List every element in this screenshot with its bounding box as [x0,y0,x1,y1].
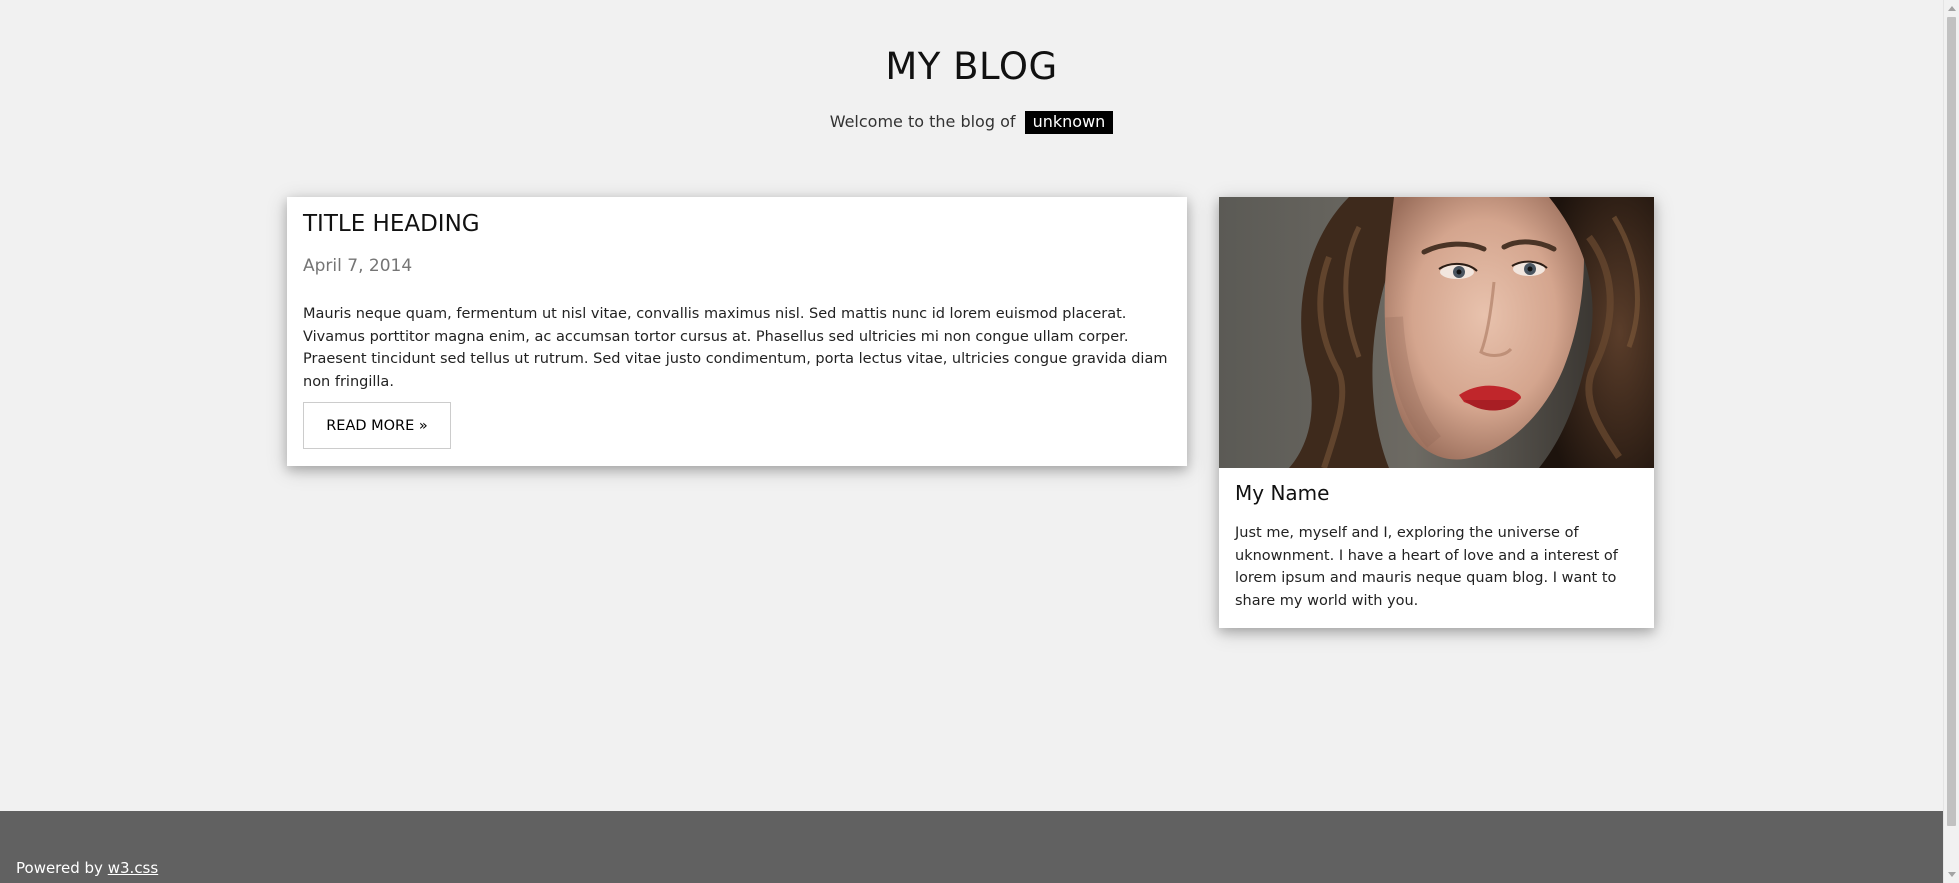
author-tag: unknown [1024,111,1114,134]
scroll-down-arrow-icon[interactable] [1948,872,1956,877]
post-date: April 7, 2014 [303,256,413,276]
tagline-text: Welcome to the blog of [829,112,1016,131]
scroll-up-arrow-icon[interactable] [1948,6,1956,11]
site-tagline: Welcome to the blog of unknown [0,111,1943,134]
blog-post-card: TITLE HEADING April 7, 2014 Mauris neque… [287,197,1187,466]
post-title: TITLE HEADING [303,211,480,237]
page: MY BLOG Welcome to the blog of unknown T… [0,0,1943,883]
profile-card: My Name Just me, myself and I, exploring… [1219,197,1654,628]
w3css-link[interactable]: w3.css [108,859,158,877]
profile-bio: Just me, myself and I, exploring the uni… [1235,525,1618,609]
post-body: Mauris neque quam, fermentum ut nisl vit… [303,306,1168,390]
profile-photo [1219,197,1654,468]
powered-by: Powered by w3.css [16,859,158,877]
profile-name: My Name [1235,481,1330,505]
read-more-button[interactable]: READ MORE » [303,402,451,449]
powered-by-prefix: Powered by [16,859,103,877]
site-title: MY BLOG [885,45,1058,88]
scrollbar-thumb[interactable] [1947,17,1956,826]
vertical-scrollbar[interactable] [1943,0,1959,883]
site-footer: Powered by w3.css [0,811,1943,883]
